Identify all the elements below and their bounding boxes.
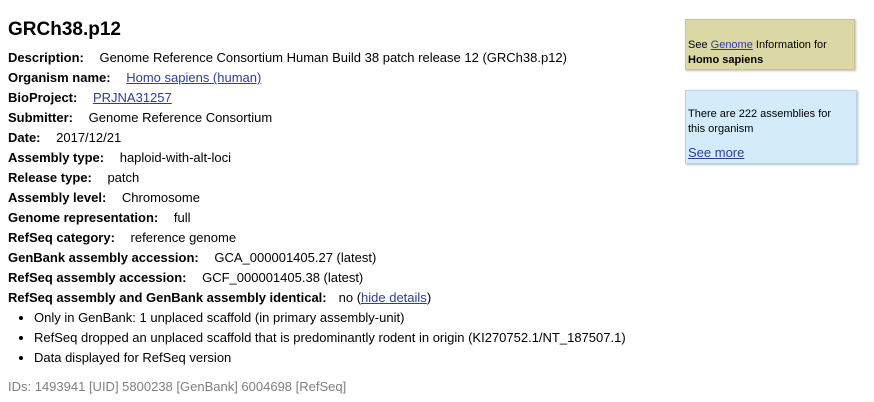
release-type-value: patch — [107, 170, 140, 185]
refseq-category-value: reference genome — [130, 230, 237, 245]
list-item: Data displayed for RefSeq version — [34, 348, 668, 368]
submitter-row: Submitter: Genome Reference Consortium — [8, 108, 668, 128]
assembly-level-value: Chromosome — [121, 190, 200, 205]
submitter-label: Submitter: — [8, 110, 73, 125]
organism-row: Organism name: Homo sapiens (human) — [8, 68, 668, 88]
identical-close: ) — [426, 290, 432, 305]
genome-representation-value: full — [173, 210, 191, 225]
genome-representation-label: Genome representation: — [8, 210, 159, 225]
genbank-accession-label: GenBank assembly accession: — [8, 250, 199, 265]
date-value: 2017/12/21 — [56, 130, 122, 145]
ids-line: IDs: 1493941 [UID] 5800238 [GenBank] 600… — [8, 379, 347, 394]
assembly-summary: GRCh38.p12 Description: Genome Reference… — [8, 18, 668, 397]
refseq-category-row: RefSeq category: reference genome — [8, 228, 668, 248]
details-list: Only in GenBank: 1 unplaced scaffold (in… — [8, 308, 668, 368]
assembly-level-row: Assembly level: Chromosome — [8, 188, 668, 208]
bioproject-label: BioProject: — [8, 90, 78, 105]
refseq-accession-label: RefSeq assembly accession: — [8, 270, 187, 285]
organism-link[interactable]: Homo sapiens (human) — [126, 70, 261, 85]
release-type-row: Release type: patch — [8, 168, 668, 188]
genome-box-suffix: Information for — [752, 39, 827, 51]
genbank-accession-value: GCA_000001405.27 (latest) — [214, 250, 377, 265]
list-item: RefSeq dropped an unplaced scaffold that… — [34, 328, 668, 348]
list-item: Only in GenBank: 1 unplaced scaffold (in… — [34, 308, 668, 328]
description-label: Description: — [8, 50, 84, 65]
genome-info-box: See Genome Information for Homo sapiens — [685, 19, 855, 70]
assemblies-count-text: There are 222 assemblies for this organi… — [688, 108, 832, 135]
bioproject-row: BioProject: PRJNA31257 — [8, 88, 668, 108]
bioproject-link[interactable]: PRJNA31257 — [93, 90, 172, 105]
organism-label: Organism name: — [8, 70, 111, 85]
page-title: GRCh38.p12 — [8, 19, 121, 40]
identical-row: RefSeq assembly and GenBank assembly ide… — [8, 288, 668, 308]
refseq-accession-value: GCF_000001405.38 (latest) — [202, 270, 364, 285]
assembly-type-row: Assembly type: haploid-with-alt-loci — [8, 148, 668, 168]
date-label: Date: — [8, 130, 41, 145]
identical-value: no ( — [338, 290, 362, 305]
genbank-accession-row: GenBank assembly accession: GCA_00000140… — [8, 248, 668, 268]
hide-details-link[interactable]: hide details — [361, 290, 427, 305]
assembly-type-value: haploid-with-alt-loci — [119, 150, 231, 165]
identical-label: RefSeq assembly and GenBank assembly ide… — [8, 290, 327, 305]
description-row: Description: Genome Reference Consortium… — [8, 48, 668, 68]
see-more-link[interactable]: See more — [688, 145, 744, 160]
genome-representation-row: Genome representation: full — [8, 208, 668, 228]
description-value: Genome Reference Consortium Human Build … — [99, 50, 567, 65]
genome-box-organism: Homo sapiens — [688, 54, 764, 66]
assembly-level-label: Assembly level: — [8, 190, 107, 205]
release-type-label: Release type: — [8, 170, 92, 185]
genome-box-prefix: See — [688, 39, 711, 51]
genome-link[interactable]: Genome — [711, 39, 753, 51]
refseq-category-label: RefSeq category: — [8, 230, 115, 245]
date-row: Date: 2017/12/21 — [8, 128, 668, 148]
refseq-accession-row: RefSeq assembly accession: GCF_000001405… — [8, 268, 668, 288]
assembly-type-label: Assembly type: — [8, 150, 105, 165]
submitter-value: Genome Reference Consortium — [88, 110, 273, 125]
assemblies-box: There are 222 assemblies for this organi… — [685, 90, 857, 164]
